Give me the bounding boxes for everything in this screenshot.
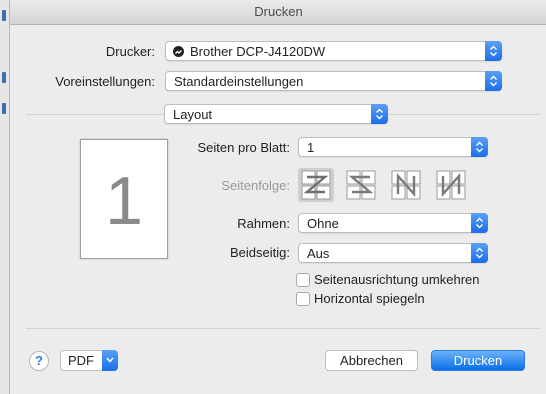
two-sided-select[interactable]: Aus <box>298 243 488 263</box>
background-marker <box>2 103 6 114</box>
panel-select[interactable]: Layout <box>164 104 388 124</box>
z-order-icon[interactable] <box>298 168 334 202</box>
print-dialog: Drucken Drucker: Brother DCP-J4120DW Vor… <box>9 0 546 394</box>
background-marker <box>2 72 6 83</box>
reverse-orientation-label: Seitenausrichtung umkehren <box>314 272 480 287</box>
reverse-orientation-checkbox[interactable] <box>296 273 310 287</box>
panel-value: Layout <box>173 107 213 122</box>
chevron-down-icon <box>102 350 118 371</box>
printer-label: Drucker: <box>105 44 155 59</box>
border-select[interactable]: Ohne <box>298 213 488 233</box>
chevron-updown-icon <box>485 41 502 61</box>
background-marker <box>2 10 6 21</box>
n-order-icon[interactable] <box>433 168 469 202</box>
presets-label: Voreinstellungen: <box>55 74 155 89</box>
preview-page-number: 1 <box>105 163 143 239</box>
pages-per-sheet-value: 1 <box>307 140 315 155</box>
page-preview: 1 <box>80 139 168 259</box>
chevron-updown-icon <box>471 137 488 157</box>
window-title: Drucken <box>10 0 546 25</box>
pages-per-sheet-label: Seiten pro Blatt: <box>197 140 291 155</box>
printer-value: Brother DCP-J4120DW <box>190 44 326 59</box>
two-sided-label: Beidseitig: <box>230 245 290 260</box>
flip-horizontal-checkbox[interactable] <box>296 292 310 306</box>
n-reverse-order-icon[interactable] <box>388 168 424 202</box>
pdf-menu-button[interactable]: PDF <box>60 350 118 371</box>
separator <box>26 328 540 329</box>
flip-horizontal-label: Horizontal spiegeln <box>314 291 425 306</box>
page-order-label: Seitenfolge: <box>221 178 290 193</box>
pages-per-sheet-select[interactable]: 1 <box>298 137 488 157</box>
printer-status-icon <box>173 46 184 57</box>
print-button[interactable]: Drucken <box>431 350 525 371</box>
cancel-button[interactable]: Abbrechen <box>325 350 418 371</box>
two-sided-value: Aus <box>307 246 330 261</box>
chevron-updown-icon <box>371 104 388 124</box>
printer-select[interactable]: Brother DCP-J4120DW <box>165 41 502 61</box>
presets-value: Standardeinstellungen <box>174 74 304 89</box>
border-value: Ohne <box>307 216 339 231</box>
presets-select[interactable]: Standardeinstellungen <box>165 71 502 91</box>
chevron-updown-icon <box>471 213 488 233</box>
help-button[interactable]: ? <box>29 351 49 371</box>
reverse-s-order-icon[interactable] <box>343 168 379 202</box>
border-label: Rahmen: <box>237 216 290 231</box>
pdf-label: PDF <box>68 353 94 368</box>
chevron-updown-icon <box>471 243 488 263</box>
chevron-updown-icon <box>485 71 502 91</box>
